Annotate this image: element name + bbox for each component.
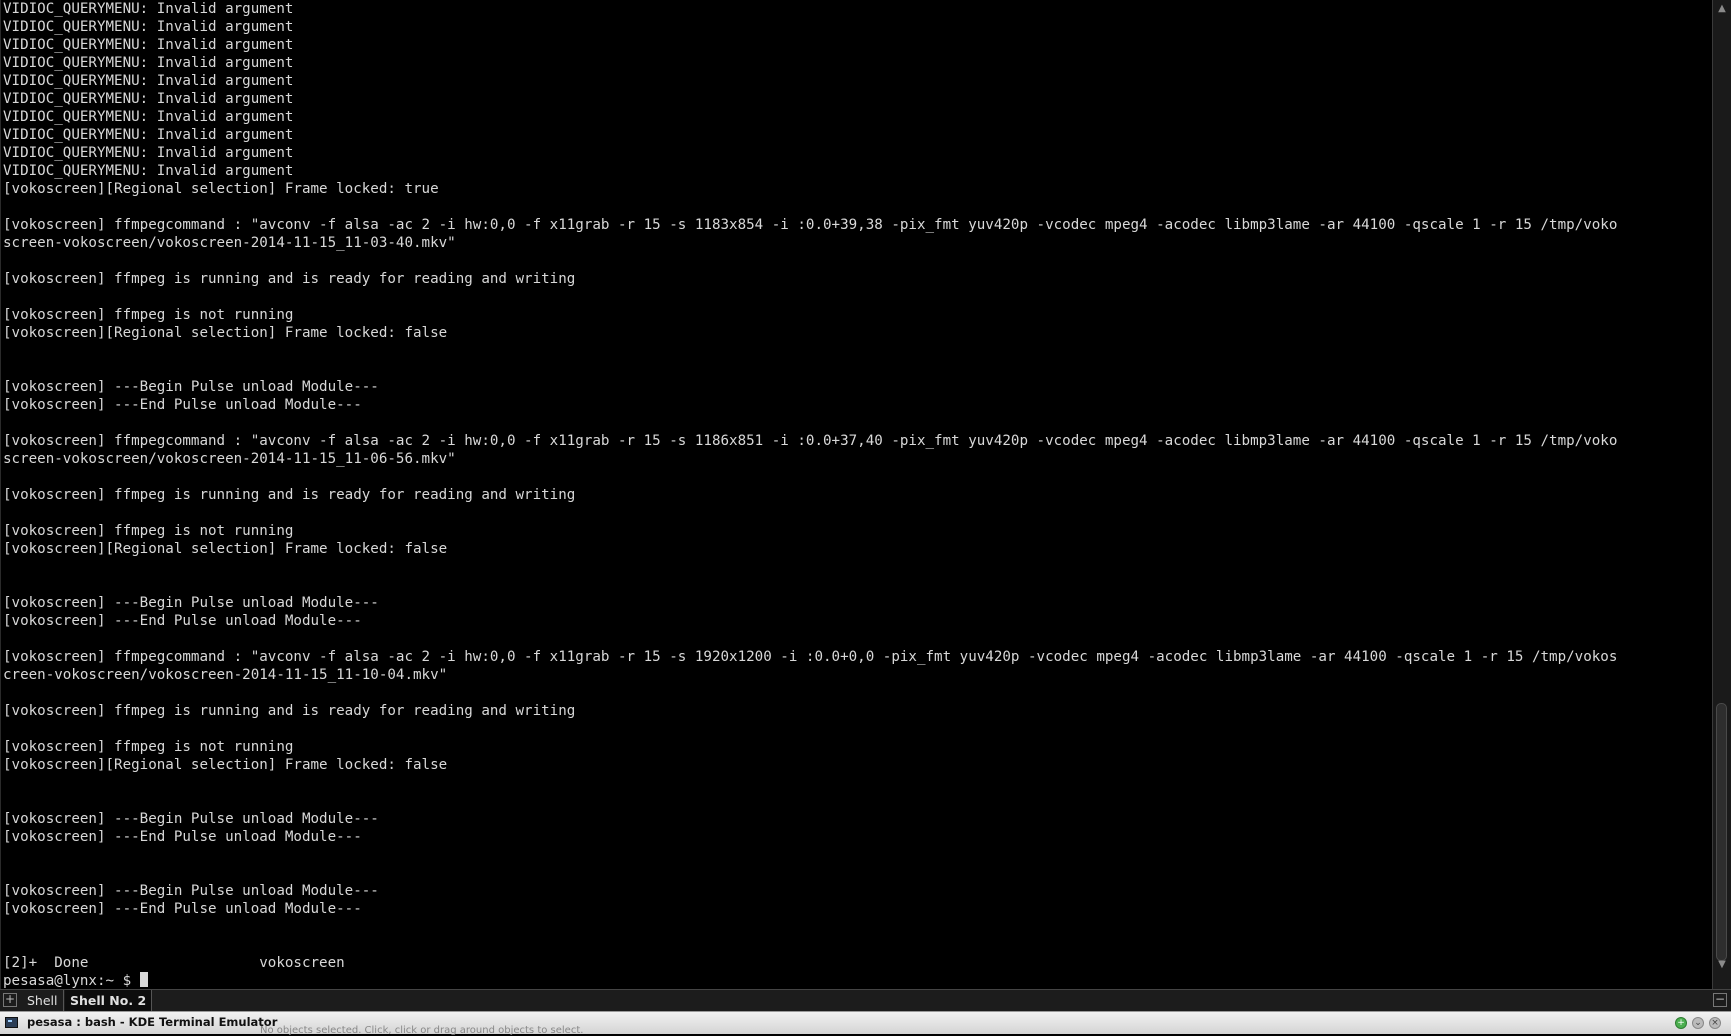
terminal-line: [vokoscreen] ---End Pulse unload Module-… [3, 901, 362, 917]
chevron-down-icon[interactable]: ⌄ [1692, 1017, 1704, 1029]
terminal-line: VIDIOC_QUERYMENU: Invalid argument [3, 55, 294, 71]
terminal-line: [vokoscreen] ffmpeg is running and is re… [3, 271, 576, 287]
terminal-scrollbar[interactable]: ▲ ▼ [1712, 0, 1731, 989]
terminal-output[interactable]: VIDIOC_QUERYMENU: Invalid argument VIDIOC… [3, 0, 1617, 989]
tab-shell-no-2[interactable]: Shell No. 2 [65, 990, 153, 1011]
terminal-line: [2]+ Done vokoscreen [3, 955, 345, 971]
terminal-line: VIDIOC_QUERYMENU: Invalid argument [3, 91, 294, 107]
terminal-line: [vokoscreen][Regional selection] Frame l… [3, 325, 448, 341]
close-tab-icon[interactable]: − [1713, 993, 1727, 1007]
prompt-line[interactable]: pesasa@lynx:~ $ [3, 972, 1617, 989]
terminal-line: VIDIOC_QUERYMENU: Invalid argument [3, 73, 294, 89]
terminal-line: [vokoscreen][Regional selection] Frame l… [3, 541, 448, 557]
terminal-line: [vokoscreen] ffmpeg is running and is re… [3, 487, 576, 503]
add-icon[interactable]: + [1675, 1017, 1687, 1029]
tab-bar: + Shell Shell No. 2 − [0, 989, 1731, 1011]
scroll-down-icon[interactable]: ▼ [1715, 958, 1729, 972]
terminal-line: [vokoscreen] ---End Pulse unload Module-… [3, 613, 362, 629]
terminal-line: VIDIOC_QUERYMENU: Invalid argument [3, 1, 294, 17]
terminal-line: [vokoscreen] ffmpegcommand : "avconv -f … [3, 433, 1618, 449]
terminal-line: VIDIOC_QUERYMENU: Invalid argument [3, 19, 294, 35]
terminal-line: [vokoscreen] ffmpeg is not running [3, 307, 294, 323]
terminal-line: [vokoscreen] ---Begin Pulse unload Modul… [3, 595, 379, 611]
terminal-line: VIDIOC_QUERYMENU: Invalid argument [3, 145, 294, 161]
taskbar: pesasa : bash - KDE Terminal Emulator No… [0, 1011, 1731, 1036]
new-tab-icon[interactable]: + [3, 993, 17, 1007]
terminal-line: VIDIOC_QUERYMENU: Invalid argument [3, 163, 294, 179]
terminal-line: [vokoscreen][Regional selection] Frame l… [3, 181, 439, 197]
terminal-line: [vokoscreen] ffmpeg is running and is re… [3, 703, 576, 719]
terminal-line: screen-vokoscreen/vokoscreen-2014-11-15_… [3, 451, 456, 467]
shell-prompt: pesasa@lynx:~ $ [3, 973, 140, 989]
terminal-line: [vokoscreen][Regional selection] Frame l… [3, 757, 448, 773]
terminal-line: VIDIOC_QUERYMENU: Invalid argument [3, 109, 294, 125]
text-cursor [139, 972, 148, 987]
terminal-line: [vokoscreen] ---Begin Pulse unload Modul… [3, 883, 379, 899]
terminal-line: creen-vokoscreen/vokoscreen-2014-11-15_1… [3, 667, 448, 683]
terminal-line: [vokoscreen] ffmpegcommand : "avconv -f … [3, 217, 1618, 233]
terminal-line: [vokoscreen] ---End Pulse unload Module-… [3, 397, 362, 413]
scrollbar-thumb[interactable] [1716, 703, 1727, 961]
terminal-line: [vokoscreen] ffmpeg is not running [3, 739, 294, 755]
scroll-up-icon[interactable]: ▲ [1715, 2, 1729, 16]
taskbar-status-text: No objects selected. Click, click or dra… [260, 1025, 584, 1036]
terminal-line: [vokoscreen] ffmpegcommand : "avconv -f … [3, 649, 1618, 665]
terminal-line: [vokoscreen] ---End Pulse unload Module-… [3, 829, 362, 845]
terminal-window[interactable]: VIDIOC_QUERYMENU: Invalid argument VIDIOC… [0, 0, 1713, 989]
close-icon[interactable]: × [1709, 1017, 1721, 1029]
terminal-line: [vokoscreen] ---Begin Pulse unload Modul… [3, 379, 379, 395]
terminal-app-icon [5, 1017, 18, 1028]
terminal-line: screen-vokoscreen/vokoscreen-2014-11-15_… [3, 235, 456, 251]
terminal-line: VIDIOC_QUERYMENU: Invalid argument [3, 127, 294, 143]
tab-shell[interactable]: Shell [22, 990, 64, 1011]
taskbar-window-title[interactable]: pesasa : bash - KDE Terminal Emulator [27, 1012, 277, 1033]
terminal-line: [vokoscreen] ffmpeg is not running [3, 523, 294, 539]
terminal-line: VIDIOC_QUERYMENU: Invalid argument [3, 37, 294, 53]
terminal-line: [vokoscreen] ---Begin Pulse unload Modul… [3, 811, 379, 827]
